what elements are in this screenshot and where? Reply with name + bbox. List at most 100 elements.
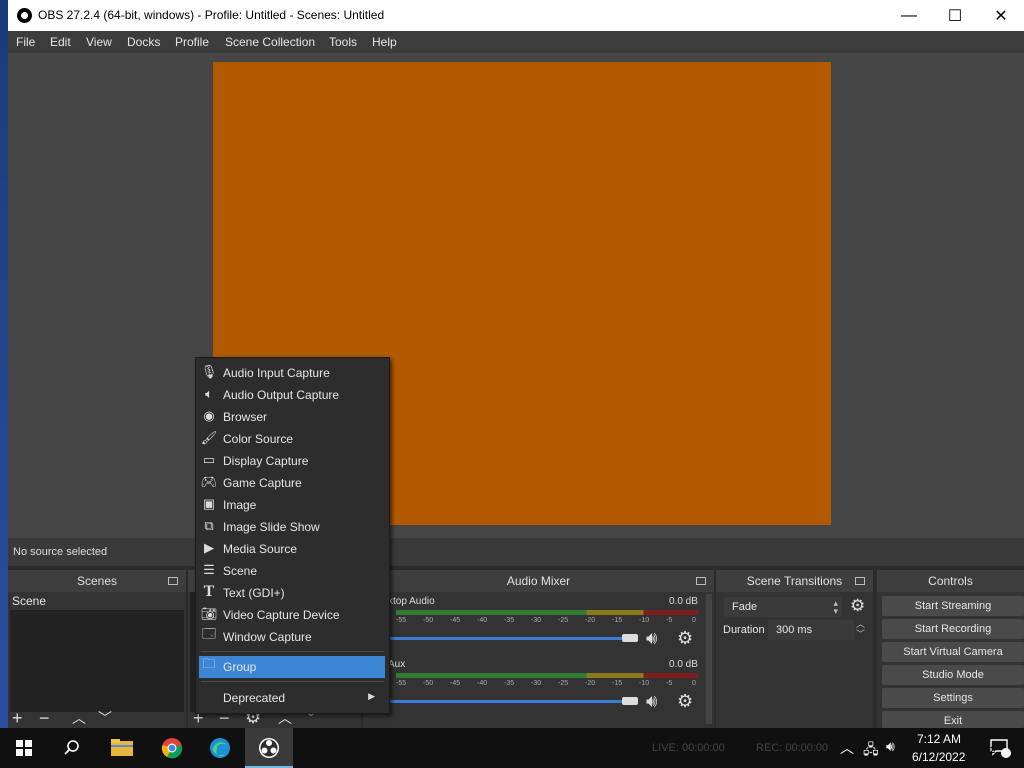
transition-properties-gear-icon[interactable]: ⚙ bbox=[850, 596, 865, 616]
minimize-button[interactable]: — bbox=[886, 0, 932, 31]
menu-item-browser[interactable]: ◉ Browser bbox=[196, 406, 389, 428]
clock-time[interactable]: 7:12 AM bbox=[917, 732, 961, 746]
volume-icon[interactable]: 🔊︎ bbox=[886, 738, 895, 755]
menu-item-group[interactable]: 🗀︎ Group bbox=[199, 656, 385, 678]
close-button[interactable]: ✕ bbox=[978, 0, 1024, 31]
duration-input[interactable]: 300 ms bbox=[768, 620, 854, 640]
menu-docks[interactable]: Docks bbox=[127, 35, 160, 49]
start-streaming-button[interactable]: Start Streaming bbox=[882, 596, 1024, 616]
chevron-up-icon[interactable]: ︿ bbox=[840, 738, 854, 758]
live-status: LIVE: 00:00:00 bbox=[652, 742, 725, 754]
undock-icon[interactable] bbox=[696, 577, 706, 585]
notification-count: 2 bbox=[990, 745, 996, 755]
list-item[interactable]: Scene bbox=[10, 592, 184, 610]
chevron-updown-icon: ▴ ▾ bbox=[833, 598, 838, 616]
aux-audio-ticks: -55 -50 -45 -40 -35 -30 -25 -20 -15 -10 -5 0 bbox=[396, 680, 696, 687]
chrome-icon[interactable] bbox=[148, 728, 196, 768]
audio-settings-gear-icon[interactable]: ⚙ bbox=[677, 691, 693, 712]
desktop-audio-db: 0.0 dB bbox=[669, 596, 698, 607]
title-bar: OBS 27.2.4 (64-bit, windows) - Profile: … bbox=[8, 0, 1024, 31]
menu-scene-collection[interactable]: Scene Collection bbox=[225, 35, 315, 49]
obs-taskbar-icon[interactable] bbox=[245, 728, 293, 768]
menu-item-text-gdi[interactable]: T Text (GDI+) bbox=[196, 582, 389, 604]
clock-date[interactable]: 6/12/2022 bbox=[912, 750, 965, 764]
transition-select-value: Fade bbox=[732, 601, 758, 613]
aux-audio-fader-knob[interactable] bbox=[622, 697, 638, 705]
menu-separator bbox=[201, 651, 384, 652]
network-icon[interactable]: 🖧︎ bbox=[863, 739, 879, 763]
scene-transitions-header: Scene Transitions bbox=[716, 570, 873, 592]
monitor-icon: ▭ bbox=[202, 452, 216, 467]
menu-item-media-source[interactable]: ▶ Media Source bbox=[196, 538, 389, 560]
search-icon[interactable] bbox=[48, 728, 96, 768]
menu-item-image[interactable]: ▣ Image bbox=[196, 494, 389, 516]
menu-profile[interactable]: Profile bbox=[175, 35, 209, 49]
scenes-list[interactable]: Scene bbox=[10, 592, 184, 712]
microphone-icon: 🎙︎ bbox=[200, 364, 218, 379]
menu-item-image-slide-show[interactable]: ⧉ Image Slide Show bbox=[196, 516, 389, 538]
menu-file[interactable]: File bbox=[16, 35, 35, 49]
speaker-icon: 🔈︎ bbox=[205, 386, 213, 401]
menu-item-display-capture[interactable]: ▭ Display Capture bbox=[196, 450, 389, 472]
menu-item-game-capture[interactable]: 🎮︎ Game Capture bbox=[196, 472, 389, 494]
desktop-audio-label: ktop Audio bbox=[388, 596, 435, 607]
start-recording-button[interactable]: Start Recording bbox=[882, 619, 1024, 639]
duration-stepper[interactable]: ︿ ﹀ bbox=[856, 619, 865, 639]
menu-item-audio-output-capture[interactable]: 🔈︎ Audio Output Capture bbox=[196, 384, 389, 406]
move-down-icon[interactable]: ﹀ bbox=[98, 708, 112, 728]
start-virtual-camera-button[interactable]: Start Virtual Camera bbox=[882, 642, 1024, 662]
window-title: OBS 27.2.4 (64-bit, windows) - Profile: … bbox=[38, 8, 385, 22]
scene-transitions-title: Scene Transitions bbox=[746, 574, 843, 588]
menu-view[interactable]: View bbox=[86, 35, 112, 49]
menu-tools[interactable]: Tools bbox=[329, 35, 357, 49]
add-scene-icon[interactable]: + bbox=[12, 708, 23, 729]
menu-item-deprecated[interactable]: Deprecated ▶ bbox=[196, 687, 389, 709]
mute-speaker-icon[interactable]: 🔊︎ bbox=[646, 691, 657, 712]
controls-title: Controls bbox=[928, 574, 973, 588]
menu-item-color-source[interactable]: 🖌︎ Color Source bbox=[196, 428, 389, 450]
desktop-audio-fader[interactable] bbox=[388, 637, 638, 640]
aux-audio-fader[interactable] bbox=[388, 700, 638, 703]
camera-icon: 📷︎ bbox=[200, 606, 218, 621]
audio-settings-gear-icon[interactable]: ⚙ bbox=[677, 628, 693, 649]
menu-item-window-capture[interactable]: 🗔︎ Window Capture bbox=[196, 626, 389, 648]
aux-audio-db: 0.0 dB bbox=[669, 659, 698, 670]
duration-label: Duration bbox=[723, 624, 765, 636]
desktop-audio-fader-knob[interactable] bbox=[622, 634, 638, 642]
move-up-icon[interactable]: ︿ bbox=[72, 708, 86, 728]
mixer-scrollbar[interactable] bbox=[706, 594, 712, 724]
remove-scene-icon[interactable]: − bbox=[39, 708, 50, 729]
aux-audio-label: Aux bbox=[388, 659, 406, 670]
scenes-dock-header: Scenes bbox=[8, 570, 186, 592]
undock-icon[interactable] bbox=[855, 577, 865, 585]
maximize-button[interactable]: ☐ bbox=[932, 0, 978, 31]
undock-icon[interactable] bbox=[168, 577, 178, 585]
exit-button[interactable]: Exit bbox=[882, 711, 1024, 728]
obs-logo-icon bbox=[17, 8, 32, 23]
window-icon: 🗔︎ bbox=[201, 626, 217, 641]
taskbar: LIVE: 00:00:00 REC: 00:00:00 ︿ 🖧︎ 🔊︎ 7:1… bbox=[0, 728, 1024, 768]
desktop-audio-meter bbox=[396, 610, 698, 615]
menu-edit[interactable]: Edit bbox=[50, 35, 71, 49]
transition-select[interactable]: Fade ▴ ▾ bbox=[724, 597, 842, 617]
file-explorer-icon[interactable] bbox=[98, 728, 146, 768]
scene-item-label: Scene bbox=[12, 594, 47, 608]
windows-start-icon[interactable] bbox=[0, 728, 48, 768]
menu-item-audio-input-capture[interactable]: 🎙︎ Audio Input Capture bbox=[196, 362, 389, 384]
studio-mode-button[interactable]: Studio Mode bbox=[882, 665, 1024, 685]
menu-item-video-capture-device[interactable]: 📷︎ Video Capture Device bbox=[196, 604, 389, 626]
edge-icon[interactable] bbox=[196, 728, 244, 768]
mute-speaker-icon[interactable]: 🔊︎ bbox=[646, 628, 657, 649]
controls-header: Controls bbox=[877, 570, 1024, 592]
notification-center-icon[interactable] bbox=[976, 728, 1024, 768]
menu-item-scene[interactable]: ☰ Scene bbox=[196, 560, 389, 582]
desktop-background bbox=[0, 0, 8, 728]
menu-help[interactable]: Help bbox=[372, 35, 397, 49]
source-toolbar: No source selected bbox=[8, 538, 1024, 566]
duration-value: 300 ms bbox=[776, 624, 813, 636]
menu-bar: File Edit View Docks Profile Scene Colle… bbox=[8, 31, 1024, 53]
list-icon: ☰ bbox=[203, 562, 215, 577]
scenes-dock: Scenes Scene + − ︿ ﹀ bbox=[8, 570, 186, 728]
settings-button[interactable]: Settings bbox=[882, 688, 1024, 708]
gamepad-icon: 🎮︎ bbox=[200, 474, 218, 489]
